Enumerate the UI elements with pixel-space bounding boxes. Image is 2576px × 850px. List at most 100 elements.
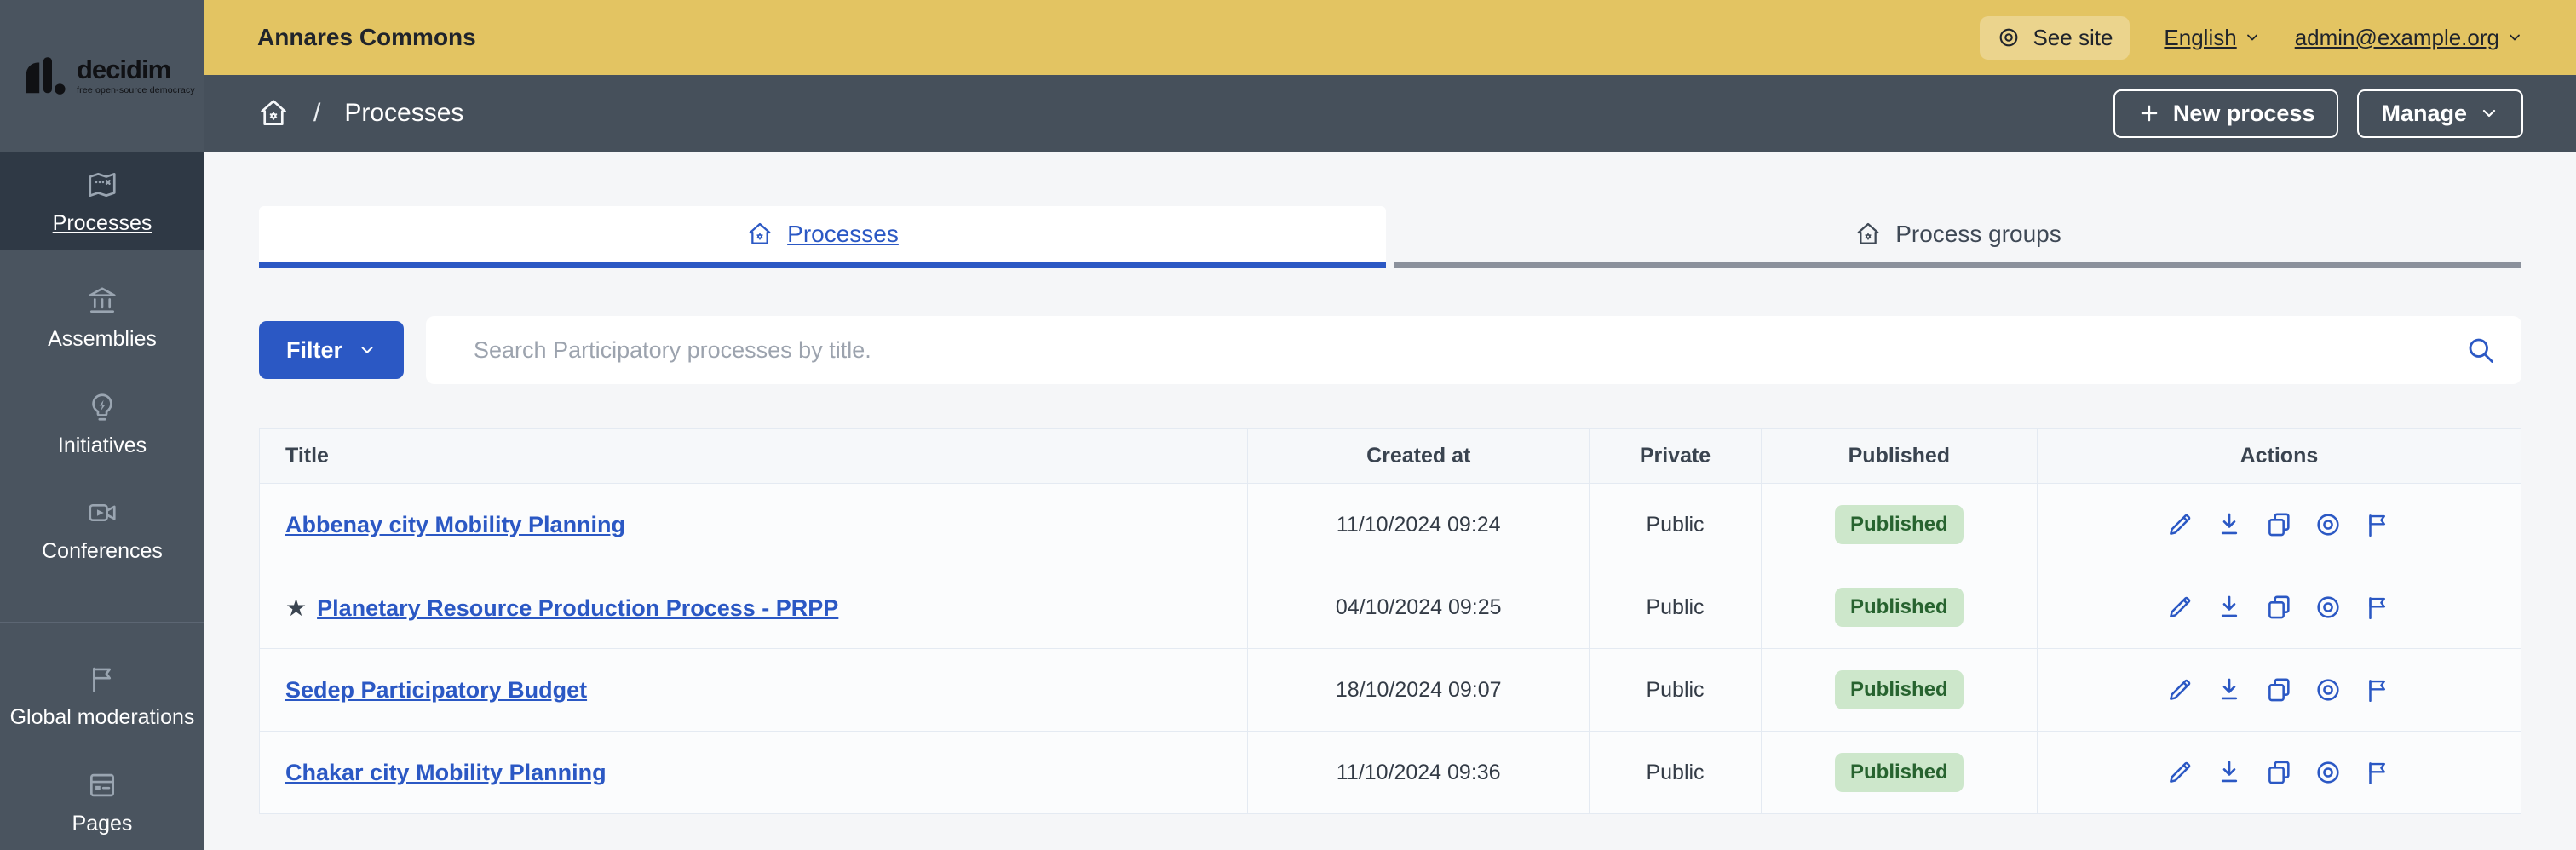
home-icon bbox=[746, 221, 773, 248]
chevron-down-icon bbox=[358, 341, 377, 359]
created-at-cell: 04/10/2024 09:25 bbox=[1247, 566, 1590, 649]
header-private: Private bbox=[1589, 428, 1762, 484]
published-badge: Published bbox=[1835, 588, 1964, 627]
chevron-down-icon bbox=[2479, 103, 2499, 123]
decidim-logo-icon bbox=[26, 57, 66, 95]
row-actions bbox=[2038, 593, 2520, 622]
manage-button[interactable]: Manage bbox=[2357, 89, 2523, 138]
account-label: admin@example.org bbox=[2294, 24, 2499, 50]
published-badge: Published bbox=[1835, 670, 1964, 709]
sidebar-item-assemblies[interactable]: Assemblies bbox=[0, 250, 204, 357]
header-actions: Actions bbox=[2036, 428, 2522, 484]
process-title-link[interactable]: Abbenay city Mobility Planning bbox=[285, 512, 625, 537]
preview-eye-icon[interactable] bbox=[2314, 593, 2343, 622]
edit-pencil-icon[interactable] bbox=[2165, 510, 2194, 539]
favorite-star-icon: ★ bbox=[285, 594, 308, 621]
processes-table: Title Created at Private Published Actio… bbox=[258, 428, 2522, 814]
top-bar: Annares Commons See site English admin@e… bbox=[204, 0, 2576, 75]
decidim-logo[interactable]: decidim free open-source democracy bbox=[0, 0, 204, 152]
sidebar: decidim free open-source democracy Proce… bbox=[0, 0, 204, 850]
download-icon[interactable] bbox=[2215, 510, 2244, 539]
breadcrumb-current: Processes bbox=[344, 99, 464, 127]
table-header-row: Title Created at Private Published Actio… bbox=[258, 428, 2522, 484]
bank-icon bbox=[86, 284, 118, 317]
chevron-down-icon bbox=[2244, 29, 2261, 46]
published-badge: Published bbox=[1835, 753, 1964, 792]
search-input[interactable] bbox=[426, 316, 2521, 384]
sidebar-item-label: Processes bbox=[52, 211, 152, 235]
row-actions bbox=[2038, 510, 2520, 539]
chevron-down-icon bbox=[2506, 29, 2523, 46]
map-icon bbox=[86, 169, 118, 201]
flag-icon bbox=[86, 663, 118, 695]
site-name: Annares Commons bbox=[257, 24, 476, 50]
lightbulb-icon bbox=[86, 391, 118, 423]
flag-icon[interactable] bbox=[2363, 675, 2392, 704]
see-site-link[interactable]: See site bbox=[1980, 15, 2130, 60]
header-created-at: Created at bbox=[1247, 428, 1590, 484]
sidebar-item-label: Global moderations bbox=[9, 705, 195, 729]
flag-icon[interactable] bbox=[2363, 593, 2392, 622]
process-title-link[interactable]: Planetary Resource Production Process - … bbox=[317, 595, 838, 621]
main-content: Processes Process groups Filter Search P… bbox=[204, 152, 2576, 850]
duplicate-icon[interactable] bbox=[2264, 675, 2293, 704]
preview-eye-icon[interactable] bbox=[2314, 510, 2343, 539]
logo-tagline: free open-source democracy bbox=[77, 85, 195, 95]
decidim-admin-app: decidim free open-source democracy Proce… bbox=[0, 0, 2576, 850]
header-published: Published bbox=[1760, 428, 2038, 484]
private-cell: Public bbox=[1589, 731, 1762, 814]
account-dropdown[interactable]: admin@example.org bbox=[2295, 25, 2523, 51]
edit-pencil-icon[interactable] bbox=[2165, 758, 2194, 787]
sidebar-item-global-moderations[interactable]: Global moderations bbox=[0, 623, 204, 735]
sidebar-item-processes[interactable]: Processes bbox=[0, 152, 204, 250]
preview-eye-icon[interactable] bbox=[2314, 675, 2343, 704]
created-at-cell: 18/10/2024 09:07 bbox=[1247, 648, 1590, 732]
language-dropdown[interactable]: English bbox=[2164, 25, 2260, 51]
tab-processes[interactable]: Processes bbox=[259, 206, 1386, 268]
process-title-link[interactable]: Chakar city Mobility Planning bbox=[285, 760, 607, 785]
sidebar-item-initiatives[interactable]: Initiatives bbox=[0, 357, 204, 463]
search-icon[interactable] bbox=[2465, 335, 2496, 365]
created-at-cell: 11/10/2024 09:24 bbox=[1247, 483, 1590, 566]
download-icon[interactable] bbox=[2215, 675, 2244, 704]
filter-row: Filter bbox=[259, 316, 2521, 384]
download-icon[interactable] bbox=[2215, 593, 2244, 622]
flag-icon[interactable] bbox=[2363, 758, 2392, 787]
sidebar-item-conferences[interactable]: Conferences bbox=[0, 462, 204, 569]
process-title-link[interactable]: Sedep Participatory Budget bbox=[285, 677, 587, 703]
home-icon bbox=[1854, 221, 1882, 248]
sidebar-item-label: Initiatives bbox=[57, 433, 147, 457]
duplicate-icon[interactable] bbox=[2264, 758, 2293, 787]
tab-process-groups[interactable]: Process groups bbox=[1394, 206, 2521, 268]
pages-icon bbox=[86, 769, 118, 801]
preview-eye-icon[interactable] bbox=[2314, 758, 2343, 787]
sidebar-nav: Processes Assemblies Initiatives Confere… bbox=[0, 152, 204, 841]
sidebar-item-label: Conferences bbox=[42, 539, 163, 564]
table-row: ★ Planetary Resource Production Process -… bbox=[258, 566, 2522, 649]
published-badge: Published bbox=[1835, 505, 1964, 544]
sidebar-item-label: Assemblies bbox=[48, 326, 157, 351]
language-label: English bbox=[2164, 24, 2237, 50]
eye-icon bbox=[1997, 26, 2021, 49]
filter-button[interactable]: Filter bbox=[259, 321, 405, 379]
edit-pencil-icon[interactable] bbox=[2165, 675, 2194, 704]
download-icon[interactable] bbox=[2215, 758, 2244, 787]
header-title: Title bbox=[258, 428, 1249, 484]
edit-pencil-icon[interactable] bbox=[2165, 593, 2194, 622]
sidebar-item-label: Pages bbox=[72, 811, 133, 836]
new-process-button[interactable]: New process bbox=[2113, 89, 2339, 138]
logo-name: decidim bbox=[77, 55, 171, 84]
duplicate-icon[interactable] bbox=[2264, 510, 2293, 539]
row-actions bbox=[2038, 758, 2520, 787]
flag-icon[interactable] bbox=[2363, 510, 2392, 539]
duplicate-icon[interactable] bbox=[2264, 593, 2293, 622]
private-cell: Public bbox=[1589, 483, 1762, 566]
sidebar-item-pages[interactable]: Pages bbox=[0, 735, 204, 841]
table-row: Chakar city Mobility Planning 11/10/2024… bbox=[258, 731, 2522, 814]
row-actions bbox=[2038, 675, 2520, 704]
plus-icon bbox=[2137, 101, 2161, 125]
admin-home-icon[interactable] bbox=[257, 97, 290, 129]
tab-bar: Processes Process groups bbox=[259, 206, 2521, 268]
private-cell: Public bbox=[1589, 648, 1762, 732]
search-bar bbox=[426, 316, 2521, 384]
